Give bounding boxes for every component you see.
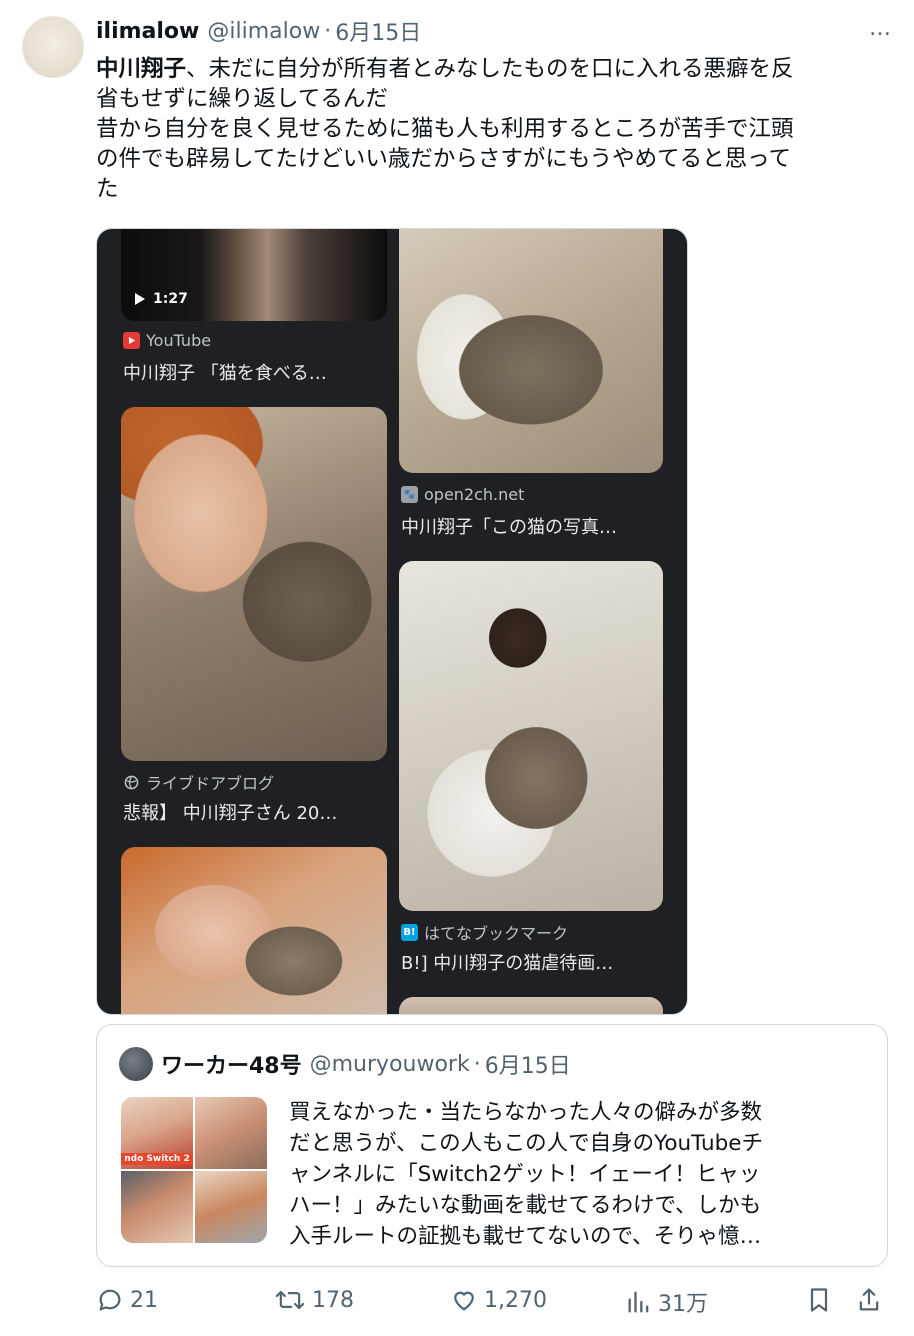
result-caption-4[interactable]: B!] 中川翔子の猫虐待画… [401, 949, 613, 975]
result-source-3: ライブドアブログ [123, 770, 274, 794]
quoted-thumb-banner: ndo Switch 2 [121, 1153, 193, 1165]
quoted-thumb-cell [195, 1171, 267, 1243]
quoted-tweet-header: ワーカー48号 @muryouwork · 6月15日 [161, 1047, 571, 1081]
tweet-media-image[interactable]: 1:27 YouTube 中川翔子 「猫を食べる… ライブドアブログ 悲報】 中… [96, 228, 688, 1015]
reply-button[interactable]: 21 [96, 1286, 158, 1314]
quoted-text-line-3: ャンネルに「Switch2ゲット！イェーイ！ヒャッ [289, 1162, 761, 1187]
quoted-header-separator: · [473, 1051, 481, 1077]
bookmark-icon [810, 1288, 828, 1312]
share-button[interactable] [856, 1286, 888, 1314]
video-thumbnail[interactable]: 1:27 [121, 229, 387, 321]
tweet-text-line-4: の件でも辟易してたけどいい歳だからさすがにもうやめてると思って [96, 146, 792, 172]
like-count: 1,270 [484, 1287, 547, 1313]
author-display-name[interactable]: ilimalow [96, 19, 199, 44]
result-caption-3[interactable]: 悲報】 中川翔子さん 20… [123, 799, 337, 825]
result-caption-2[interactable]: 中川翔子「この猫の写真… [401, 513, 617, 539]
tweet-text-bold-name: 中川翔子 [96, 56, 187, 82]
globe-icon [123, 774, 140, 791]
result-source-2: 🐾 open2ch.net [401, 485, 524, 504]
views-count: 31万 [658, 1292, 708, 1317]
quoted-tweet[interactable]: ワーカー48号 @muryouwork · 6月15日 ndo Switch 2… [96, 1024, 888, 1267]
quoted-text-line-1: 買えなかった・当たらなかった人々の僻みが多数 [289, 1100, 763, 1125]
repost-icon [275, 1290, 305, 1310]
result-source-1-label: YouTube [146, 331, 212, 350]
result-source-3-label: ライブドアブログ [146, 774, 275, 793]
quoted-thumb-cell: ndo Switch 2 [121, 1097, 193, 1169]
quoted-thumb-cell [121, 1171, 193, 1243]
heart-icon [454, 1291, 474, 1311]
views-icon [628, 1291, 649, 1313]
tweet-text: 中川翔子、未だに自分が所有者とみなしたものを口に入れる悪癖を反 省もせずに繰り返… [96, 54, 896, 204]
share-icon [859, 1288, 879, 1311]
quoted-text-line-5: 入手ルートの証拠も載せてないので、そりゃ憶… [289, 1224, 762, 1249]
tweet-text-line-1: 中川翔子、未だに自分が所有者とみなしたものを口に入れる悪癖を反 [96, 54, 896, 84]
tweet-date[interactable]: 6月15日 [335, 15, 421, 47]
result-image-3[interactable] [121, 407, 387, 761]
result-caption-1[interactable]: 中川翔子 「猫を食べる… [123, 359, 327, 385]
play-icon [135, 293, 145, 305]
result-image-6[interactable] [399, 997, 663, 1014]
reply-count: 21 [130, 1287, 158, 1313]
result-source-2-label: open2ch.net [424, 485, 525, 504]
more-options-button[interactable]: … [869, 16, 892, 41]
result-image-4[interactable] [399, 561, 663, 911]
quoted-tweet-date[interactable]: 6月15日 [485, 1048, 571, 1080]
quoted-author-handle[interactable]: @muryouwork [310, 1052, 470, 1077]
author-handle[interactable]: @ilimalow [207, 19, 320, 44]
tweet-header: ilimalow @ilimalow · 6月15日 [96, 14, 421, 48]
quoted-thumb-cell [195, 1097, 267, 1169]
quoted-tweet-thumbnail[interactable]: ndo Switch 2 [121, 1097, 267, 1243]
repost-count: 178 [312, 1287, 354, 1313]
result-image-2[interactable] [399, 229, 663, 473]
header-separator: · [324, 18, 332, 44]
youtube-icon [123, 332, 140, 349]
tweet-text-line-1-rest: 、未だに自分が所有者とみなしたものを口に入れる悪癖を反 [186, 56, 794, 82]
quoted-tweet-text: 買えなかった・当たらなかった人々の僻みが多数 だと思うが、この人もこの人で自身の… [289, 1097, 869, 1252]
hatena-bookmark-icon: B! [401, 923, 418, 941]
views-button[interactable]: 31万 [626, 1286, 708, 1318]
result-source-4-label: はてなブックマーク [424, 924, 569, 943]
tweet-text-line-3: 昔から自分を良く見せるために猫も人も利用するところが苦手で江頭 [96, 116, 794, 142]
result-source-1: YouTube [123, 331, 211, 350]
open2ch-icon: 🐾 [401, 486, 418, 503]
video-duration: 1:27 [135, 291, 188, 307]
quoted-text-line-4: ハー！」みたいな動画を載せてるわけで、しかも [289, 1193, 762, 1218]
quoted-author-avatar[interactable] [119, 1047, 153, 1081]
tweet-text-line-5: た [96, 176, 119, 202]
like-button[interactable]: 1,270 [450, 1286, 547, 1314]
reply-icon [99, 1289, 121, 1311]
video-duration-text: 1:27 [153, 291, 188, 307]
bookmark-button[interactable] [806, 1286, 838, 1314]
result-image-5[interactable] [121, 847, 387, 1014]
tweet-text-line-2: 省もせずに繰り返してるんだ [96, 86, 388, 112]
quoted-author-display-name[interactable]: ワーカー48号 [161, 1048, 302, 1080]
result-source-4: B! はてなブックマーク [401, 920, 568, 944]
repost-button[interactable]: 178 [274, 1286, 354, 1314]
author-avatar[interactable] [22, 16, 84, 78]
quoted-text-line-2: だと思うが、この人もこの人で自身のYouTubeチ [289, 1131, 763, 1156]
tweet-action-bar: 21 178 1,270 31万 [96, 1286, 896, 1326]
